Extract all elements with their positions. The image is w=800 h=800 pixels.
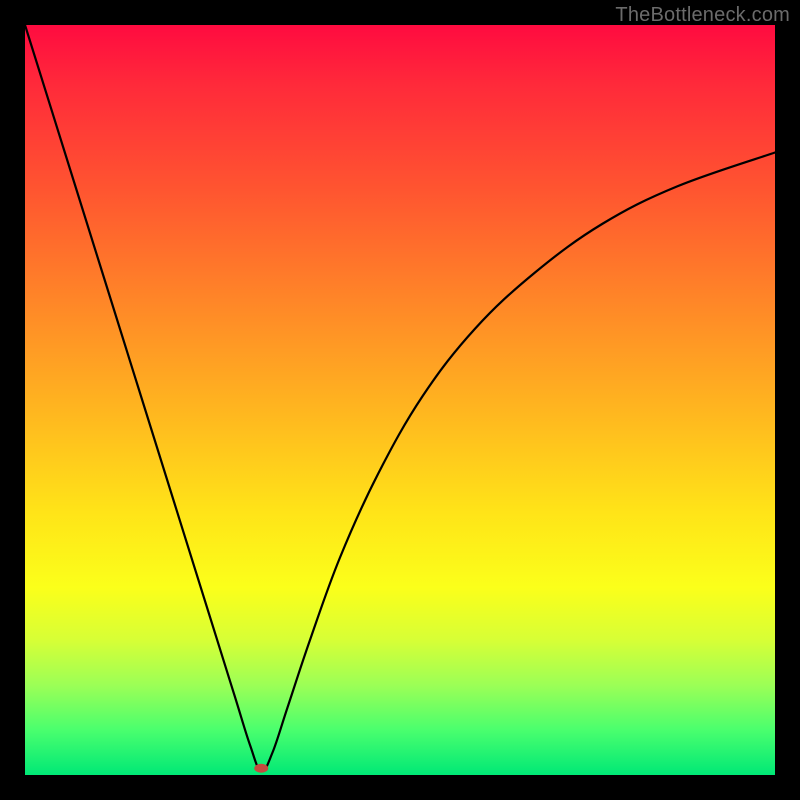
min-marker	[254, 764, 268, 773]
bottleneck-curve	[25, 25, 775, 771]
watermark-text: TheBottleneck.com	[615, 4, 790, 27]
chart-frame: TheBottleneck.com	[0, 0, 800, 800]
plot-area	[25, 25, 775, 775]
curve-svg	[25, 25, 775, 775]
